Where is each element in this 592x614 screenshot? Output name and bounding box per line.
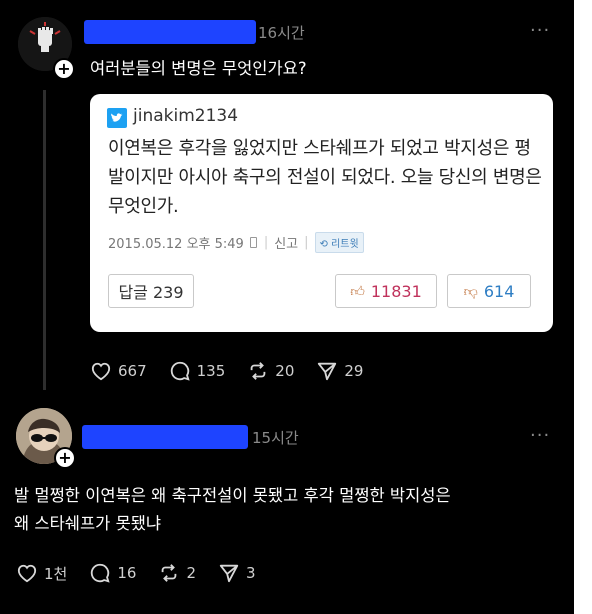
more-options-icon[interactable]: ···: [530, 20, 550, 41]
post2-actions: 1천 16 2 3: [16, 562, 278, 584]
like-count: 11831: [370, 281, 422, 301]
post-text-line2: 왜 스타쉐프가 못됐냐: [14, 514, 162, 533]
redacted-username: [84, 20, 256, 44]
thread-line: [43, 90, 46, 390]
comment-count: 135: [196, 362, 226, 380]
redacted-username: [82, 425, 248, 449]
repost-count: 2: [186, 564, 196, 582]
comment-icon: [91, 563, 110, 583]
like-count-button[interactable]: 👍︎ 11831: [335, 274, 437, 308]
share-button[interactable]: 3: [218, 562, 256, 584]
like-count: 667: [118, 362, 147, 380]
phone-icon: [249, 237, 257, 248]
heart-icon: [91, 362, 111, 381]
repost-icon: [162, 564, 177, 582]
like-button[interactable]: 1천: [16, 563, 67, 584]
more-options-icon[interactable]: ···: [530, 425, 550, 446]
tweet-body: 이연복은 후각을 잃었지만 스타쉐프가 되었고 박지성은 평발이지만 아시아 축…: [108, 138, 542, 217]
comment-icon: [170, 361, 190, 381]
post-text-line1: 발 멀쩡한 이연복은 왜 축구전설이 못됐고 후각 멀쩡한 박지성은: [14, 486, 451, 505]
share-count: 3: [245, 564, 256, 582]
share-button[interactable]: 29: [316, 360, 363, 382]
post-text: 여러분들의 변명은 무엇인가요?: [90, 59, 307, 78]
embedded-tweet-image[interactable]: jinakim2134 이연복은 후각을 잃었지만 스타쉐프가 되었고 박지성은…: [90, 94, 553, 332]
follow-plus-icon[interactable]: +: [54, 447, 76, 469]
post1-actions: 667 135 20 29: [90, 360, 385, 382]
retweet-label: 리트윗: [331, 239, 359, 250]
report-link[interactable]: 신고: [274, 233, 298, 252]
retweet-badge[interactable]: ⟲ 리트윗: [314, 232, 364, 253]
like-count: 1천: [44, 564, 68, 583]
comment-button[interactable]: 16: [89, 562, 136, 584]
heart-icon: [17, 564, 37, 583]
post-time: 15시간: [252, 429, 299, 447]
retweet-icon: ⟲: [319, 239, 332, 250]
repost-button[interactable]: 20: [247, 360, 294, 382]
repost-count: 20: [275, 362, 295, 380]
send-icon: [219, 564, 239, 583]
reply-count-button[interactable]: 답글 239: [108, 274, 194, 308]
tweet-meta: 2015.05.12 오후 5:49 | 신고 | ⟲ 리트윗: [108, 232, 364, 253]
comment-button[interactable]: 135: [169, 360, 226, 382]
dislike-count-button[interactable]: 👎︎ 614: [447, 274, 531, 308]
comment-count: 16: [117, 564, 137, 582]
tweet-date: 2015.05.12 오후 5:49: [108, 237, 244, 252]
repost-icon: [250, 362, 266, 380]
post-time: 16시간: [258, 24, 305, 42]
dislike-count: 614: [483, 281, 515, 301]
thumbs-down-icon: 👎︎: [463, 283, 478, 300]
threads-feed: + 16시간 ··· 여러분들의 변명은 무엇인가요? jinakim2134 …: [0, 0, 574, 614]
share-count: 29: [344, 362, 364, 380]
tweet-username: jinakim2134: [133, 106, 239, 126]
send-icon: [318, 362, 337, 381]
like-button[interactable]: 667: [90, 361, 147, 381]
repost-button[interactable]: 2: [158, 562, 196, 584]
thumbs-up-icon: 👍︎: [350, 283, 365, 300]
follow-plus-icon[interactable]: +: [53, 58, 75, 80]
twitter-icon: [107, 108, 127, 128]
